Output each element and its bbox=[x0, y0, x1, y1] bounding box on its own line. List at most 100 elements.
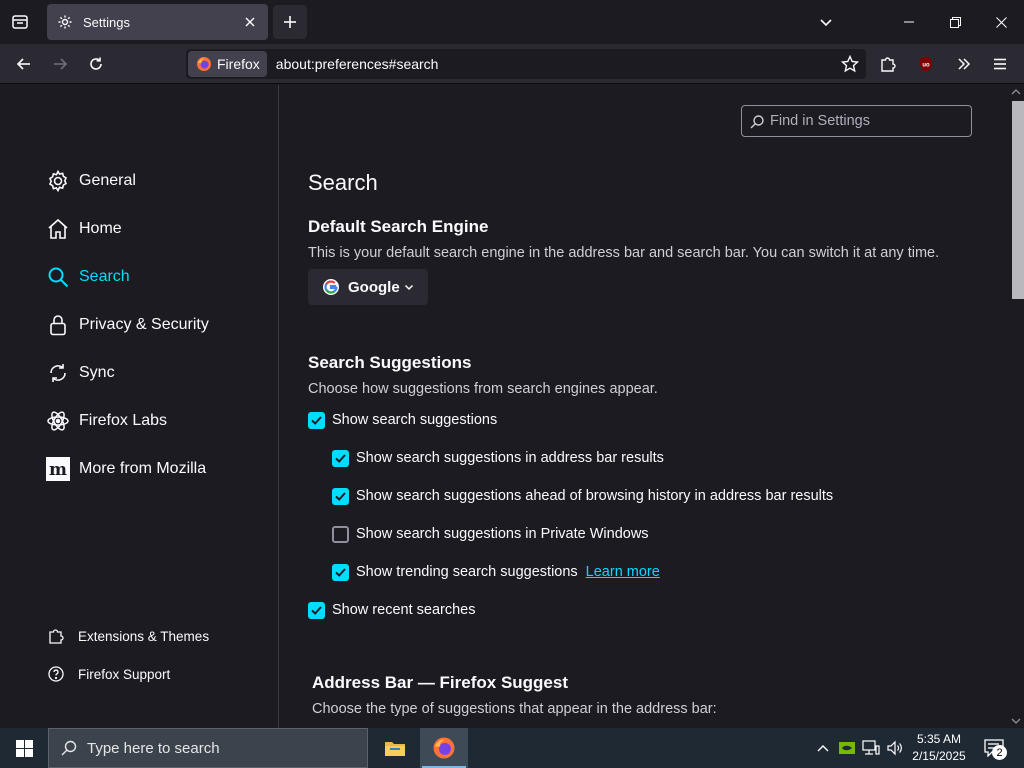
extensions-button[interactable] bbox=[874, 50, 902, 78]
default-engine-heading: Default Search Engine bbox=[308, 217, 489, 236]
checkbox[interactable] bbox=[332, 525, 349, 543]
reload-button[interactable] bbox=[82, 50, 110, 78]
option-label: Show search suggestions bbox=[332, 412, 498, 428]
page-title: Search bbox=[308, 170, 378, 195]
learn-more-link[interactable]: Learn more bbox=[586, 564, 660, 580]
action-center-button[interactable]: 2 bbox=[978, 734, 1010, 762]
checkbox[interactable] bbox=[308, 601, 325, 619]
firefox-taskbar-button[interactable] bbox=[420, 728, 468, 768]
close-icon bbox=[245, 17, 255, 27]
category-firefox-labs[interactable]: Firefox Labs bbox=[46, 407, 167, 435]
suggestions-in-address-bar-option[interactable]: Show search suggestions in address bar r… bbox=[332, 448, 664, 468]
checkbox[interactable] bbox=[332, 449, 349, 467]
close-tab-button[interactable] bbox=[242, 14, 258, 30]
show-recent-searches-option[interactable]: Show recent searches bbox=[308, 600, 475, 620]
default-engine-select[interactable]: Google bbox=[308, 269, 428, 305]
lock-icon bbox=[46, 313, 70, 337]
windows-logo-icon bbox=[15, 739, 33, 757]
category-label: Sync bbox=[79, 364, 115, 381]
identity-label: Firefox bbox=[217, 56, 260, 72]
folder-icon bbox=[385, 742, 405, 756]
checkbox[interactable] bbox=[308, 411, 325, 429]
option-label: Show trending search suggestions bbox=[356, 564, 578, 580]
minimize-icon bbox=[904, 21, 914, 23]
category-general[interactable]: General bbox=[46, 167, 136, 195]
suggestions-ahead-of-history-option[interactable]: Show search suggestions ahead of browsin… bbox=[332, 486, 833, 506]
overflow-menu-button[interactable] bbox=[950, 50, 978, 78]
sync-icon bbox=[46, 361, 70, 385]
network-icon bbox=[862, 740, 880, 755]
arrow-right-icon bbox=[54, 58, 68, 70]
url-text[interactable]: about:preferences#search bbox=[276, 56, 439, 72]
scroll-down-arrow[interactable] bbox=[1010, 716, 1022, 726]
category-label: Home bbox=[79, 220, 122, 237]
page-scrollbar[interactable] bbox=[1007, 85, 1024, 728]
bookmark-star-button[interactable] bbox=[840, 54, 860, 74]
volume-tray-button[interactable] bbox=[885, 738, 905, 758]
home-icon bbox=[46, 217, 70, 241]
close-window-button[interactable] bbox=[978, 0, 1024, 44]
nvidia-icon bbox=[839, 742, 855, 754]
restore-button[interactable] bbox=[932, 0, 978, 44]
chevron-down-icon bbox=[404, 282, 414, 292]
forward-button[interactable] bbox=[46, 50, 74, 78]
ublock-shield-icon: uo bbox=[920, 56, 932, 72]
star-icon bbox=[841, 55, 859, 73]
firefox-logo-icon bbox=[197, 57, 211, 71]
tab-settings[interactable]: Settings bbox=[47, 4, 268, 40]
address-bar[interactable]: Firefox about:preferences#search bbox=[186, 49, 866, 79]
back-button[interactable] bbox=[10, 50, 38, 78]
plus-icon bbox=[284, 16, 296, 28]
show-search-suggestions-option[interactable]: Show search suggestions bbox=[308, 410, 497, 430]
category-home[interactable]: Home bbox=[46, 215, 122, 243]
suggestions-in-private-windows-option[interactable]: Show search suggestions in Private Windo… bbox=[332, 524, 649, 544]
taskbar-search-box[interactable]: Type here to search bbox=[48, 728, 368, 768]
find-in-settings-input[interactable] bbox=[770, 113, 960, 129]
nvidia-tray-button[interactable] bbox=[837, 738, 857, 758]
firefox-logo-icon bbox=[433, 737, 455, 759]
trending-suggestions-option[interactable]: Show trending search suggestions Learn m… bbox=[332, 562, 660, 582]
show-hidden-icons-button[interactable] bbox=[813, 738, 833, 758]
extensions-themes-link[interactable]: Extensions & Themes bbox=[46, 626, 209, 646]
puzzle-icon bbox=[46, 626, 66, 646]
firefox-support-link[interactable]: Firefox Support bbox=[46, 664, 170, 684]
taskbar-search-placeholder: Type here to search bbox=[87, 739, 220, 757]
new-tab-button[interactable] bbox=[273, 5, 307, 39]
address-bar-heading: Address Bar — Firefox Suggest bbox=[312, 673, 569, 692]
scroll-thumb[interactable] bbox=[1012, 101, 1024, 299]
svg-text:uo: uo bbox=[922, 63, 930, 69]
reload-icon bbox=[90, 57, 102, 70]
checkbox[interactable] bbox=[332, 487, 349, 505]
ublock-button[interactable]: uo bbox=[912, 50, 940, 78]
option-label: Show search suggestions ahead of browsin… bbox=[356, 488, 834, 504]
scroll-up-arrow[interactable] bbox=[1010, 87, 1022, 97]
category-privacy[interactable]: Privacy & Security bbox=[46, 311, 209, 339]
list-all-tabs-button[interactable] bbox=[814, 10, 838, 34]
option-label: Show search suggestions in Private Windo… bbox=[356, 526, 649, 542]
chevron-up-icon bbox=[1011, 89, 1021, 95]
checkbox[interactable] bbox=[332, 563, 349, 581]
checkmark-icon bbox=[335, 567, 346, 577]
mozilla-icon: m bbox=[46, 457, 70, 481]
system-clock[interactable]: 5:35 AM 2/15/2025 bbox=[906, 731, 972, 765]
category-more-from-mozilla[interactable]: m More from Mozilla bbox=[46, 455, 206, 483]
labs-icon bbox=[46, 409, 70, 433]
gear-icon bbox=[46, 169, 70, 193]
firefox-support-label: Firefox Support bbox=[78, 666, 171, 682]
navigation-toolbar: Firefox about:preferences#search uo bbox=[0, 44, 1024, 84]
address-bar-description: Choose the type of suggestions that appe… bbox=[312, 701, 717, 717]
checkmark-icon bbox=[311, 605, 322, 615]
identity-box[interactable]: Firefox bbox=[188, 51, 267, 77]
start-button[interactable] bbox=[0, 728, 48, 768]
firefox-view-button[interactable] bbox=[8, 10, 32, 34]
categories-sidebar: General Home Search Privacy & Security S… bbox=[0, 85, 279, 728]
minimize-button[interactable] bbox=[886, 0, 932, 44]
category-sync[interactable]: Sync bbox=[46, 359, 115, 387]
file-explorer-taskbar-button[interactable] bbox=[371, 728, 419, 768]
network-tray-button[interactable] bbox=[861, 738, 881, 758]
category-search[interactable]: Search bbox=[46, 263, 130, 291]
search-suggestions-description: Choose how suggestions from search engin… bbox=[308, 381, 658, 397]
app-menu-button[interactable] bbox=[986, 50, 1014, 78]
find-in-settings[interactable] bbox=[741, 105, 972, 137]
tab-title: Settings bbox=[83, 14, 130, 30]
